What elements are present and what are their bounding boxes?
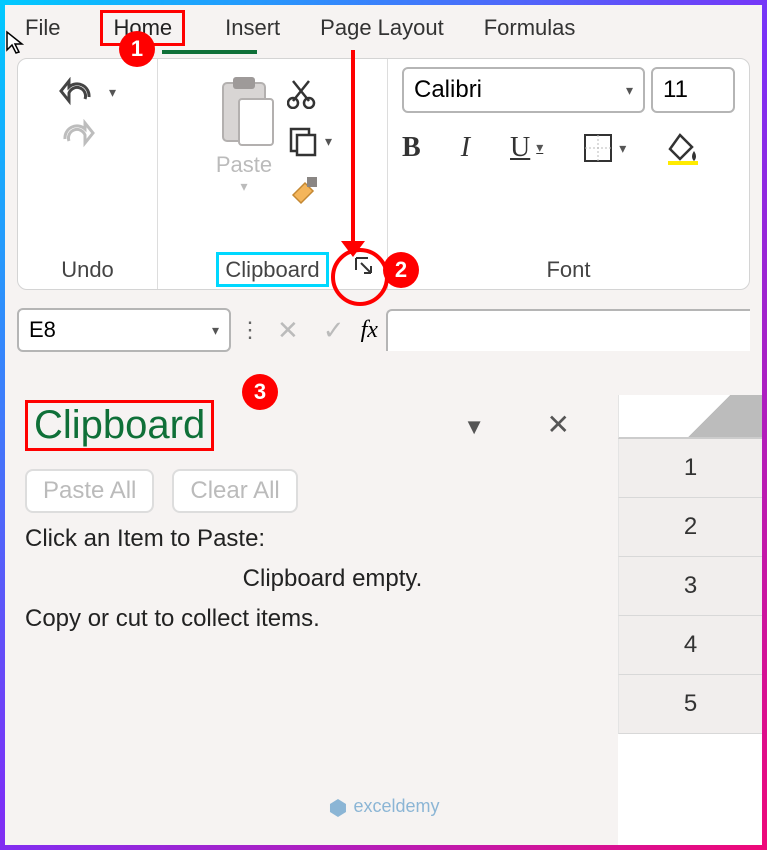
formula-bar-row: E8▾ ⋮ ✕ ✓ fx	[17, 308, 750, 352]
redo-button[interactable]	[59, 119, 116, 154]
row-header[interactable]: 2	[618, 498, 762, 557]
row-header[interactable]: 3	[618, 557, 762, 616]
row-header[interactable]: 1	[618, 439, 762, 498]
cut-icon[interactable]	[287, 77, 319, 109]
group-clipboard: Paste ▾ ▾ Clipboard	[158, 59, 388, 289]
pane-empty-2: Copy or cut to collect items.	[25, 605, 600, 633]
bold-button[interactable]: B	[402, 132, 421, 164]
chevron-down-icon: ▾	[626, 82, 633, 99]
worksheet-headers: 1 2 3 4 5	[618, 395, 762, 845]
clipboard-dialog-launcher[interactable]	[349, 251, 379, 281]
formula-bar[interactable]	[386, 309, 750, 351]
clear-all-button[interactable]: Clear All	[172, 469, 297, 513]
chevron-down-icon: ▾	[325, 133, 332, 150]
chevron-down-icon: ▾	[212, 322, 219, 339]
borders-button[interactable]: ▾	[583, 133, 626, 163]
group-font: Calibri▾ 11 B I U▾ ▾ Font	[388, 59, 749, 289]
name-box[interactable]: E8▾	[17, 308, 231, 352]
font-name-select[interactable]: Calibri▾	[402, 67, 645, 113]
pane-title: Clipboard	[25, 400, 214, 451]
font-size-select[interactable]: 11	[651, 67, 735, 113]
format-painter-icon[interactable]	[287, 173, 321, 207]
borders-icon	[583, 133, 613, 163]
undo-icon	[59, 77, 101, 107]
redo-icon	[59, 119, 101, 149]
clipboard-pane: Clipboard ▼ ✕ Paste All Clear All Click …	[25, 400, 600, 633]
menubar: File Home Insert Page Layout Formulas	[5, 5, 762, 50]
row-header[interactable]: 4	[618, 616, 762, 675]
chevron-down-icon[interactable]: ▾	[213, 178, 275, 195]
select-all-corner[interactable]	[618, 395, 762, 439]
row-header[interactable]: 5	[618, 675, 762, 734]
paste-all-button[interactable]: Paste All	[25, 469, 154, 513]
fill-color-icon[interactable]	[666, 131, 700, 165]
dialog-launcher-icon	[353, 255, 375, 277]
chevron-down-icon: ▾	[536, 140, 543, 157]
pane-options-button[interactable]: ▼	[463, 414, 485, 440]
undo-button[interactable]: ▾	[59, 77, 116, 107]
italic-button[interactable]: I	[461, 132, 470, 164]
active-tab-underline	[162, 50, 257, 54]
underline-button[interactable]: U▾	[510, 132, 543, 164]
nb-divider: ⋮	[239, 317, 261, 343]
copy-button[interactable]: ▾	[287, 125, 332, 157]
watermark: exceldemy	[327, 796, 439, 817]
pane-close-button[interactable]: ✕	[547, 408, 570, 441]
clipboard-paste-icon	[213, 73, 275, 147]
paste-button[interactable]: Paste ▾	[213, 73, 275, 207]
group-label-font: Font	[542, 251, 594, 289]
menu-insert[interactable]: Insert	[225, 15, 280, 41]
menu-file[interactable]: File	[25, 15, 60, 41]
menu-page-layout[interactable]: Page Layout	[320, 15, 444, 41]
pane-hint: Click an Item to Paste:	[25, 525, 600, 553]
enter-button[interactable]: ✓	[315, 315, 353, 346]
ribbon: ▾ Undo Paste ▾ ▾ Clipboard	[17, 58, 750, 290]
app-frame: File Home Insert Page Layout Formulas ▾ …	[0, 0, 767, 850]
paste-label: Paste	[213, 152, 275, 178]
pane-empty-1: Clipboard empty.	[25, 565, 600, 593]
cancel-button[interactable]: ✕	[269, 315, 307, 346]
menu-home[interactable]: Home	[100, 10, 185, 46]
copy-icon	[287, 125, 319, 157]
insert-function-button[interactable]: fx	[361, 317, 378, 344]
watermark-icon	[327, 797, 347, 817]
chevron-down-icon: ▾	[109, 84, 116, 101]
group-undo: ▾ Undo	[18, 59, 158, 289]
group-label-undo: Undo	[57, 251, 118, 289]
chevron-down-icon: ▾	[619, 140, 626, 157]
menu-formulas[interactable]: Formulas	[484, 15, 576, 41]
group-label-clipboard: Clipboard	[212, 251, 332, 289]
